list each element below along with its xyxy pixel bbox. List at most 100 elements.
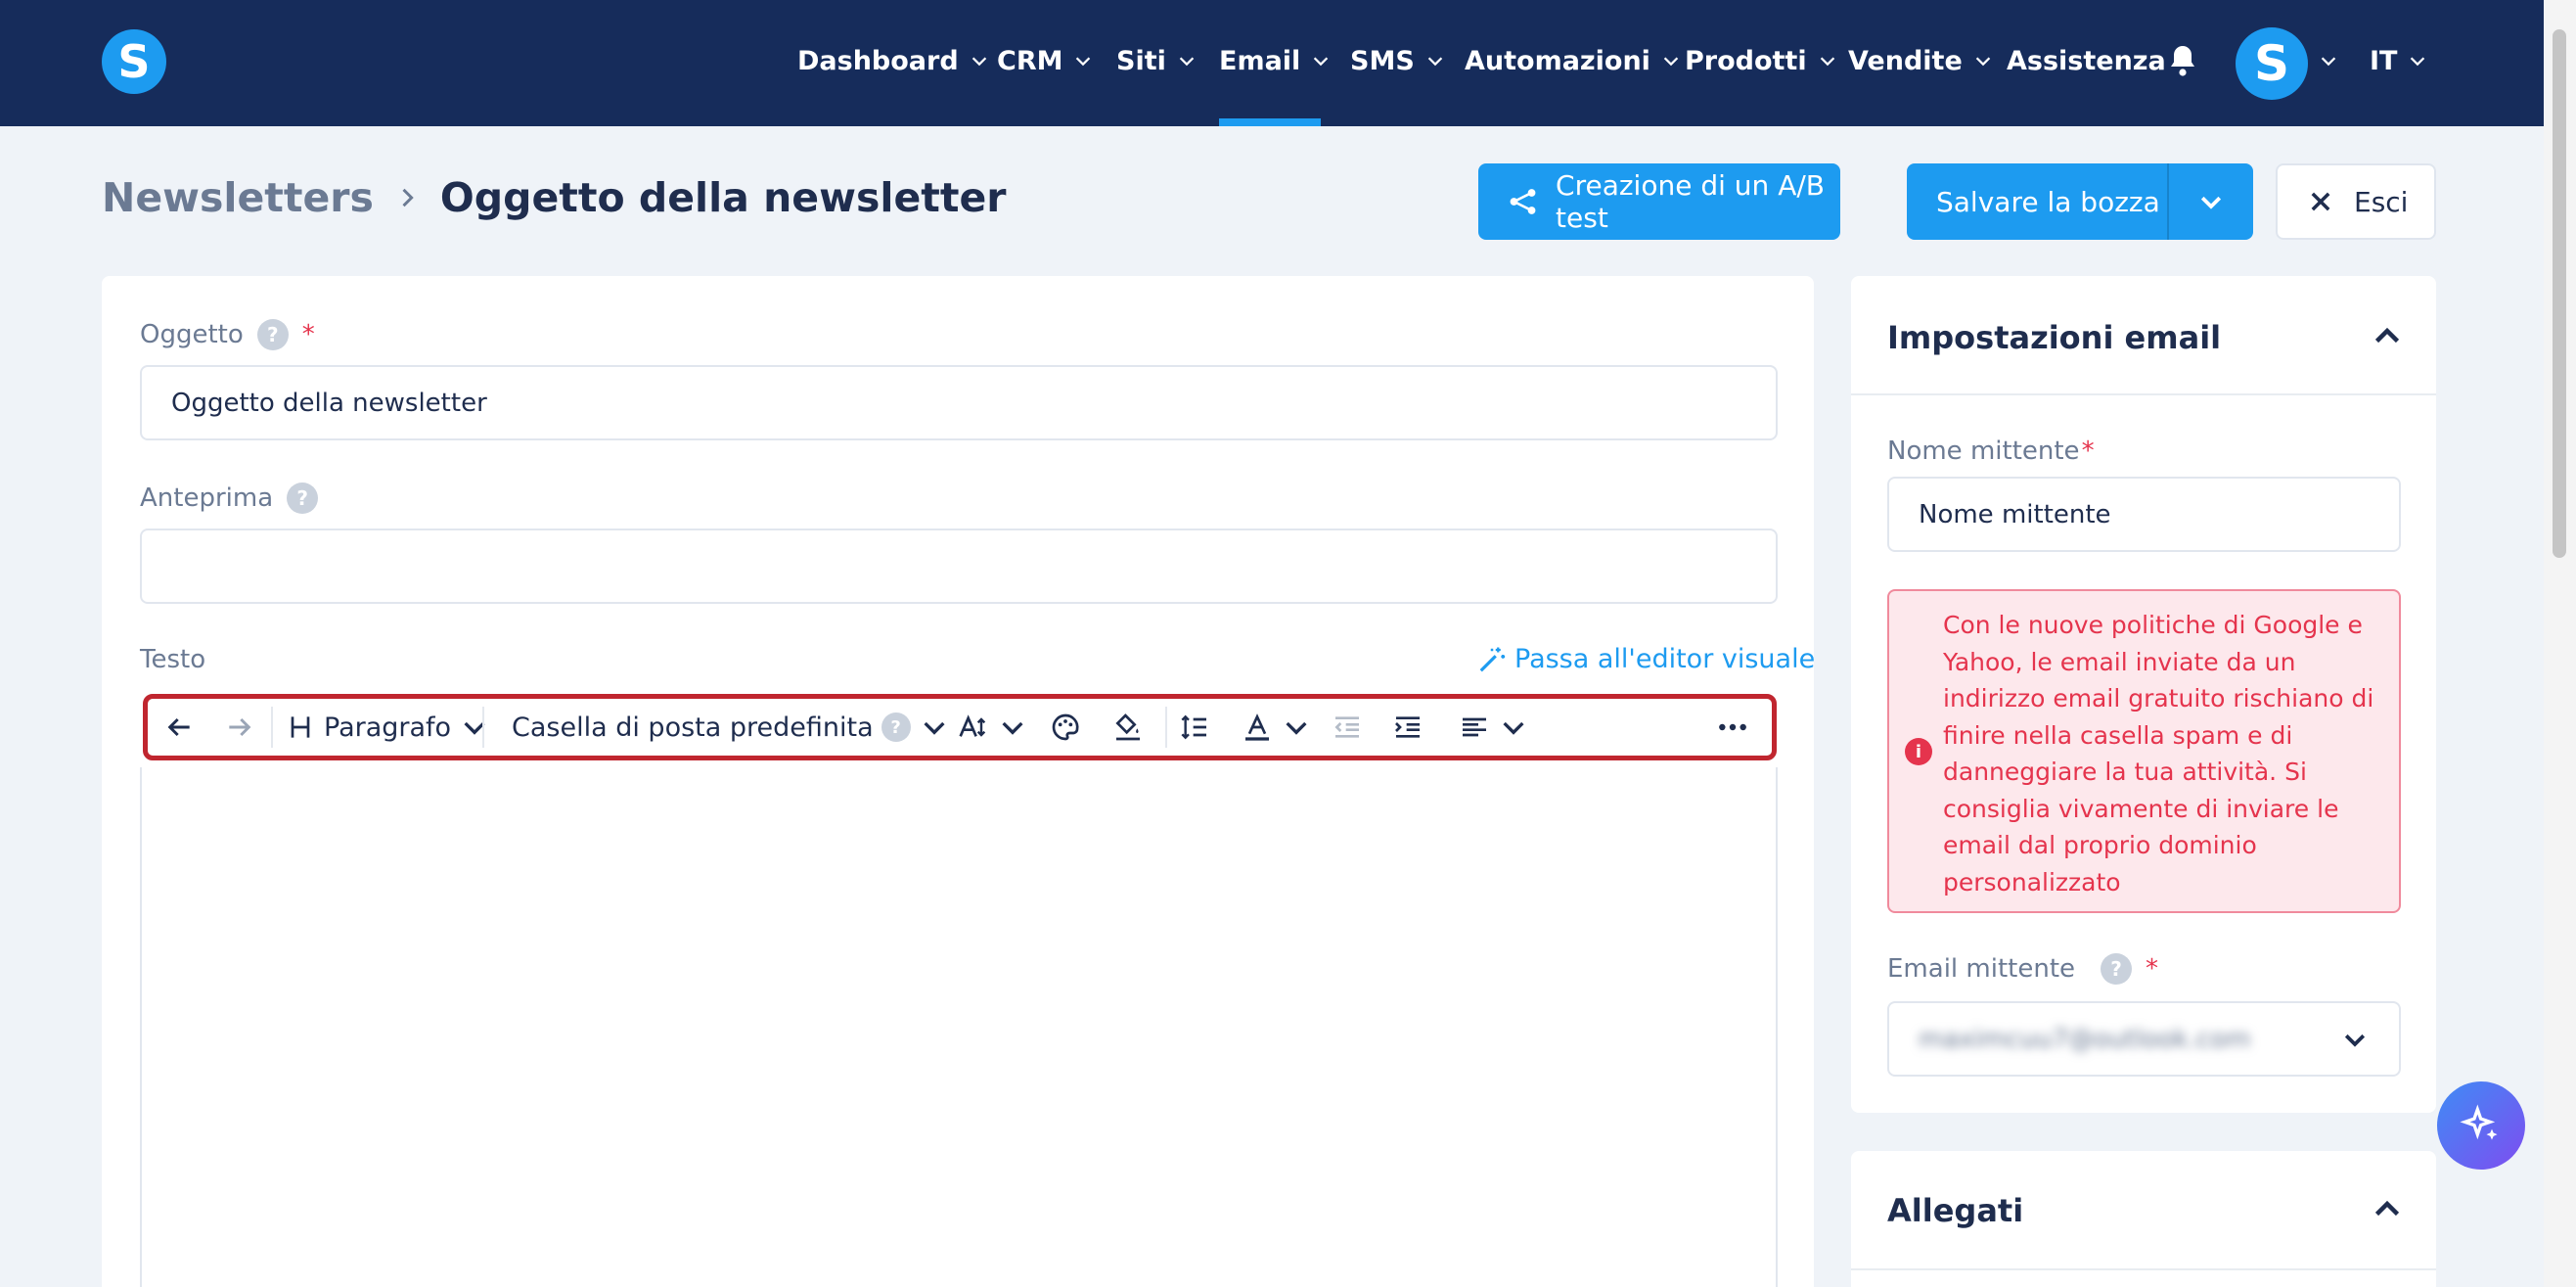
mailbox-font-dropdown[interactable]: Casella di posta predefinita ? (512, 699, 950, 756)
background-color-button[interactable] (1112, 699, 1144, 756)
chevron-up-icon[interactable] (2370, 319, 2405, 354)
chevron-down-icon (924, 721, 945, 735)
nav-item-siti[interactable]: Siti (1116, 0, 1198, 121)
chevron-down-icon (2321, 57, 2336, 67)
nav-item-prodotti[interactable]: Prodotti (1685, 0, 1838, 121)
text-editor-area[interactable] (140, 767, 1778, 1287)
text-format-dropdown[interactable] (1242, 699, 1312, 756)
section-divider (1851, 393, 2436, 395)
language-selector[interactable]: IT (2370, 0, 2428, 121)
heading-icon (291, 716, 310, 738)
toolbar-separator (1165, 707, 1167, 748)
sender-name-label-text: Nome mittente (1887, 437, 2080, 466)
app-logo[interactable]: S (102, 29, 166, 94)
help-icon[interactable]: ? (287, 483, 319, 514)
paint-bucket-icon (1115, 713, 1140, 741)
palette-icon (1052, 713, 1079, 741)
email-settings-title: Impostazioni email (1887, 319, 2222, 356)
nav-item-automazioni[interactable]: Automazioni (1465, 0, 1682, 121)
required-mark: * (301, 320, 315, 349)
help-icon[interactable]: ? (881, 712, 911, 742)
chevron-down-icon (1286, 721, 1307, 735)
nav-item-crm[interactable]: CRM (997, 0, 1094, 121)
font-size-dropdown[interactable] (958, 699, 1028, 756)
text-format-icon (1245, 713, 1269, 741)
chevron-right-icon (402, 188, 414, 207)
section-divider (1851, 1268, 2436, 1270)
close-icon (2311, 192, 2330, 211)
chevron-down-icon (1427, 57, 1442, 67)
chevron-down-icon (1503, 721, 1524, 735)
user-avatar[interactable]: S (2236, 27, 2308, 100)
visual-editor-link-text: Passa all'editor visuale (1514, 644, 1816, 674)
toolbar-separator (482, 707, 484, 748)
indent-icon (1395, 716, 1420, 738)
text-label-text: Testo (140, 645, 206, 674)
chevron-down-icon (2200, 196, 2222, 209)
ab-test-button[interactable]: Creazione di un A/B test (1478, 163, 1840, 240)
sender-email-label: Email mittente ? * (1887, 953, 2158, 985)
nav-item-email[interactable]: Email (1219, 0, 1332, 121)
nav-item-label: Email (1219, 45, 1301, 76)
redo-button[interactable] (224, 699, 255, 756)
nav-item-label: Automazioni (1465, 45, 1650, 76)
undo-button[interactable] (163, 699, 195, 756)
preview-label: Anteprima ? (140, 483, 319, 514)
chevron-up-icon[interactable] (2370, 1192, 2405, 1227)
visual-editor-link[interactable]: Passa all'editor visuale (1477, 644, 1815, 674)
subject-input-value: Oggetto della newsletter (171, 388, 487, 418)
text-color-button[interactable] (1050, 699, 1081, 756)
align-left-icon (1463, 717, 1486, 737)
save-options-dropdown[interactable] (2167, 163, 2253, 240)
sparkles-icon (2460, 1104, 2498, 1140)
paragraph-style-dropdown[interactable]: Paragrafo (285, 699, 490, 756)
nav-active-indicator (1219, 118, 1321, 126)
required-mark: * (2081, 437, 2095, 466)
nav-item-label: Prodotti (1685, 45, 1807, 76)
breadcrumb-parent-link[interactable]: Newsletters (102, 174, 374, 221)
exit-button[interactable]: Esci (2276, 163, 2436, 240)
top-navbar: S Dashboard CRM Siti Email SMS Automazio… (0, 0, 2544, 126)
chevron-down-icon (2411, 57, 2425, 67)
chevron-down-icon (1314, 57, 1329, 67)
help-icon[interactable]: ? (2101, 953, 2133, 985)
chevron-down-icon (1076, 57, 1091, 67)
nav-item-label: Vendite (1848, 45, 1963, 76)
preview-label-text: Anteprima (140, 483, 274, 513)
ai-assistant-button[interactable] (2437, 1081, 2525, 1170)
page-title: Oggetto della newsletter (439, 174, 1007, 221)
nav-item-vendite[interactable]: Vendite (1848, 0, 1994, 121)
bell-icon[interactable] (2165, 43, 2200, 78)
line-height-button[interactable] (1179, 699, 1210, 756)
user-menu-toggle[interactable] (2318, 0, 2339, 121)
save-draft-button-group: Salvare la bozza (1907, 163, 2253, 240)
sender-email-label-text: Email mittente (1887, 954, 2076, 984)
attachments-title: Allegati (1887, 1192, 2024, 1229)
sender-name-input[interactable]: Nome mittente (1887, 477, 2401, 552)
more-dots-icon (1719, 723, 1746, 731)
save-draft-button[interactable]: Salvare la bozza (1907, 186, 2167, 218)
align-dropdown[interactable] (1459, 699, 1529, 756)
scrollbar-thumb[interactable] (2553, 29, 2566, 558)
subject-input[interactable]: Oggetto della newsletter (140, 365, 1778, 440)
outdent-button[interactable] (1332, 699, 1363, 756)
nav-item-sms[interactable]: SMS (1350, 0, 1446, 121)
chevron-down-icon (1820, 57, 1834, 67)
nav-item-label: CRM (997, 45, 1063, 76)
nav-item-dashboard[interactable]: Dashboard (797, 0, 990, 121)
alert-info-icon: i (1905, 738, 1932, 765)
sender-name-input-value: Nome mittente (1919, 499, 2111, 529)
subject-label-text: Oggetto (140, 320, 244, 349)
indent-button[interactable] (1392, 699, 1424, 756)
chevron-down-icon (2344, 1034, 2366, 1047)
sender-email-select[interactable]: maximcuu7@outlook.com (1887, 1001, 2401, 1077)
sender-name-label: Nome mittente * (1887, 437, 2095, 466)
nav-item-label: Siti (1116, 45, 1166, 76)
more-options-button[interactable] (1717, 699, 1748, 756)
outdent-icon (1334, 716, 1359, 738)
nav-item-assistenza[interactable]: Assistenza (2007, 0, 2166, 121)
help-icon[interactable]: ? (256, 319, 289, 350)
arrow-right-icon (229, 717, 251, 737)
deliverability-warning: i Con le nuove politiche di Google e Yah… (1887, 589, 2401, 913)
preview-input[interactable] (140, 529, 1778, 604)
